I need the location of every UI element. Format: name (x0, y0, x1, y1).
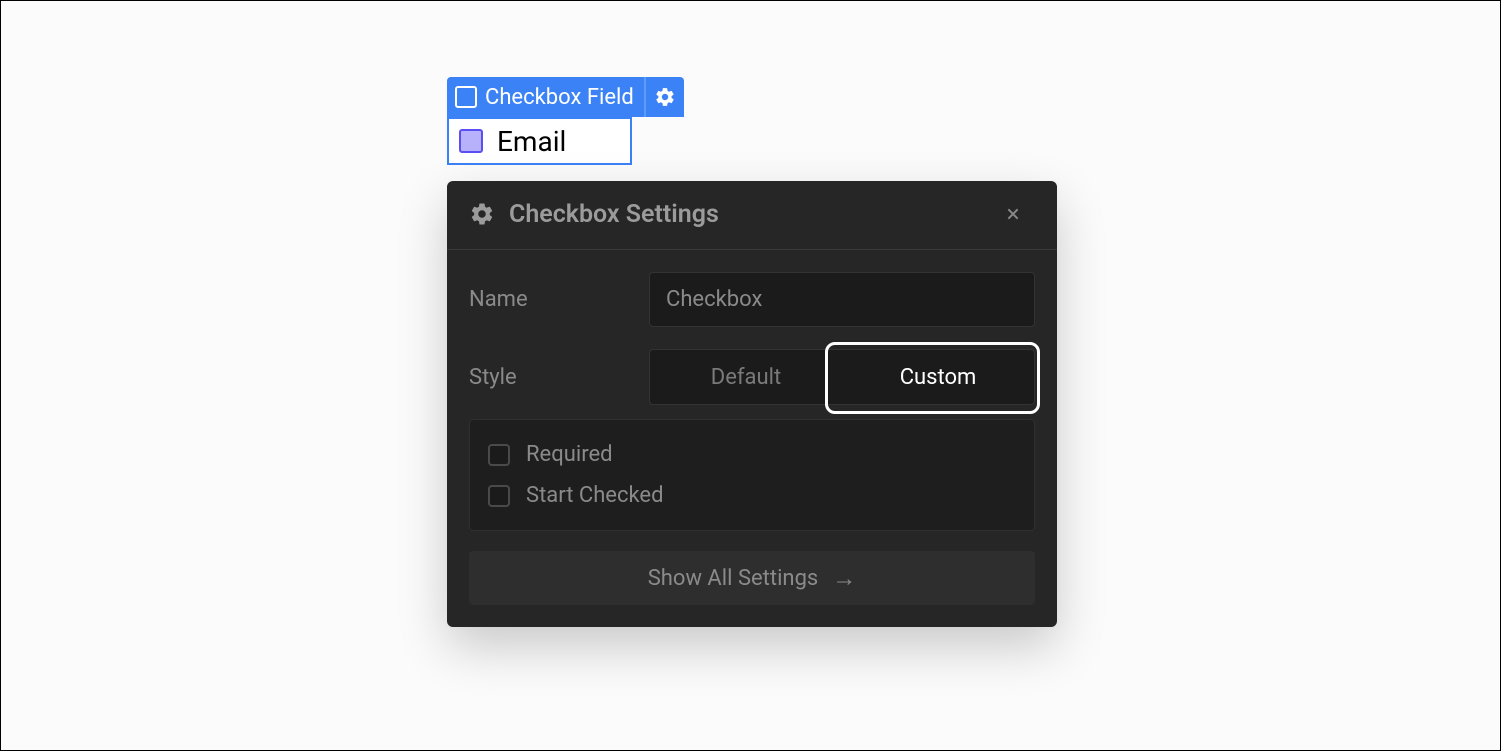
style-option-custom[interactable]: Custom (842, 350, 1034, 404)
option-start-checked-label: Start Checked (526, 483, 664, 508)
checkbox-icon[interactable] (488, 444, 510, 466)
name-input[interactable]: Checkbox (649, 272, 1035, 327)
style-row: Style Default Custom (469, 349, 1035, 405)
style-option-default[interactable]: Default (650, 350, 842, 404)
arrow-right-icon: → (832, 564, 856, 593)
element-settings-button[interactable] (644, 77, 684, 117)
checkbox-settings-panel: Checkbox Settings Name Checkbox Style De… (447, 181, 1057, 627)
gear-icon (654, 86, 676, 108)
show-all-settings-button[interactable]: Show All Settings → (469, 551, 1035, 605)
style-toggle-group: Default Custom (649, 349, 1035, 405)
close-icon (1005, 202, 1021, 226)
name-label: Name (469, 287, 649, 312)
name-row: Name Checkbox (469, 272, 1035, 327)
checkbox-icon[interactable] (488, 485, 510, 507)
show-all-settings-label: Show All Settings (648, 566, 819, 591)
checkbox-field-preview[interactable]: Email (447, 117, 632, 165)
element-tag-label-area[interactable]: Checkbox Field (447, 77, 644, 117)
close-button[interactable] (1005, 199, 1035, 229)
element-tag-badge: Checkbox Field (447, 77, 684, 117)
style-label: Style (469, 365, 649, 390)
panel-body: Name Checkbox Style Default Custom (447, 250, 1057, 405)
element-tag-label: Checkbox Field (485, 85, 634, 110)
panel-title: Checkbox Settings (509, 200, 1005, 229)
gear-icon (469, 201, 495, 227)
panel-header: Checkbox Settings (447, 181, 1057, 250)
checkbox-icon[interactable] (459, 129, 483, 153)
option-required-label: Required (526, 442, 613, 467)
option-start-checked[interactable]: Start Checked (488, 475, 1016, 516)
checkbox-field-label: Email (497, 125, 566, 158)
options-box: Required Start Checked (469, 419, 1035, 531)
checkbox-outline-icon (455, 86, 477, 108)
option-required[interactable]: Required (488, 434, 1016, 475)
